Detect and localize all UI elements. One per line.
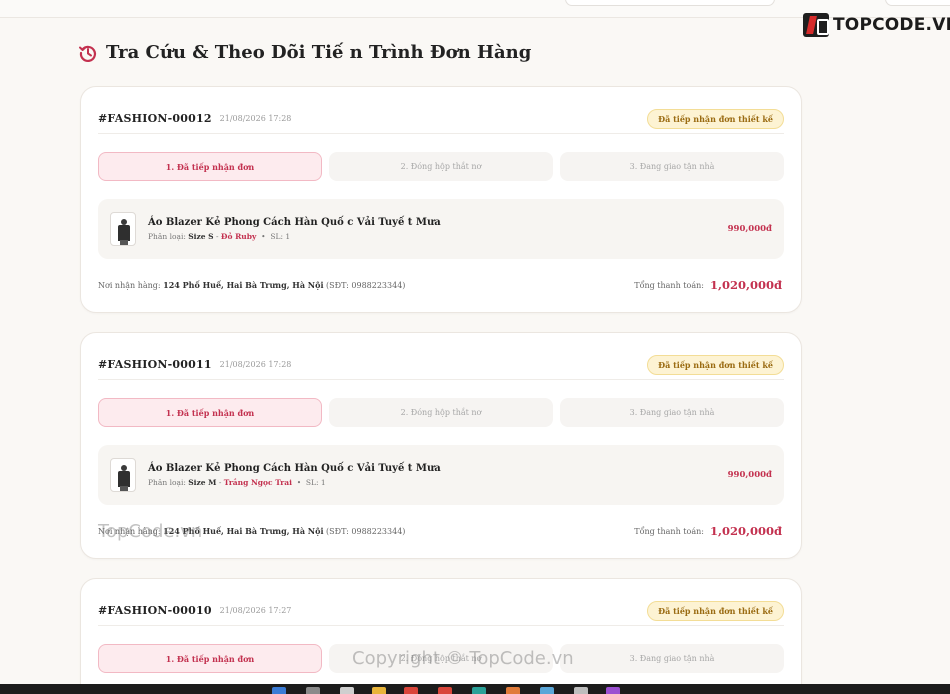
page-heading: Tra Cứu & Theo Dõi Tiế n Trình Đơn Hàng [106,42,532,63]
progress-steps: 1. Đã tiếp nhận đơn 2. Đóng hộp thắt nơ … [98,644,784,673]
step-received: 1. Đã tiếp nhận đơn [98,398,322,427]
order-date: 21/08/2026 17:27 [219,606,292,615]
order-footer: Nơi nhận hàng: 124 Phố Huế, Hai Bà Trưng… [98,275,782,295]
product-price: 990,000đ [727,470,772,480]
step-delivering: 3. Đang giao tận nhà [560,644,784,673]
search-icon[interactable] [306,687,320,694]
order-date: 21/08/2026 17:28 [219,114,292,123]
step-packing: 2. Đóng hộp thắt nơ [329,152,553,181]
step-delivering: 3. Đang giao tận nhà [560,152,784,181]
app-icon[interactable] [574,687,588,694]
page-title: Tra Cứu & Theo Dõi Tiế n Trình Đơn Hàng [78,42,531,63]
order-card: #FASHION-00011 21/08/2026 17:28 Đã tiếp … [80,332,802,559]
brand-logo[interactable]: TOPCODE.VN [803,12,950,38]
status-badge: Đã tiếp nhận đơn thiết kế [647,354,784,375]
browser-icon[interactable] [438,687,452,694]
app-icon[interactable] [472,687,486,694]
product-thumbnail[interactable] [110,458,136,492]
product-thumbnail[interactable] [110,212,136,246]
app-icon[interactable] [506,687,520,694]
step-received: 1. Đã tiếp nhận đơn [98,644,322,673]
account-field[interactable] [885,0,950,6]
order-id: #FASHION-00012 [98,112,212,125]
progress-steps: 1. Đã tiếp nhận đơn 2. Đóng hộp thắt nơ … [98,152,784,181]
order-id: #FASHION-00010 [98,604,212,617]
total-label: Tổng thanh toán: [634,526,704,536]
progress-steps: 1. Đã tiếp nhận đơn 2. Đóng hộp thắt nơ … [98,398,784,427]
order-footer: Nơi nhận hàng: 124 Phố Huế, Hai Bà Trưng… [98,521,782,541]
product-name[interactable]: Áo Blazer Kẻ Phong Cách Hàn Quố c Vải Tu… [148,217,441,228]
product-variant: Phân loại: Size S - Đỏ Ruby • SL: 1 [148,232,291,241]
total-label: Tổng thanh toán: [634,280,704,290]
status-badge: Đã tiếp nhận đơn thiết kế [647,108,784,129]
product-name[interactable]: Áo Blazer Kẻ Phong Cách Hàn Quố c Vải Tu… [148,463,441,474]
product-price: 990,000đ [727,224,772,234]
order-id: #FASHION-00011 [98,358,212,371]
order-card: #FASHION-00012 21/08/2026 17:28 Đã tiếp … [80,86,802,313]
order-card: #FASHION-00010 21/08/2026 17:27 Đã tiếp … [80,578,802,694]
total-value: 1,020,000đ [709,278,782,292]
step-packing: 2. Đóng hộp thắt nơ [329,398,553,427]
search-field[interactable] [565,0,775,6]
history-icon [79,45,97,62]
order-header: #FASHION-00010 21/08/2026 17:27 Đã tiếp … [98,596,784,626]
step-packing: 2. Đóng hộp thắt nơ [329,644,553,673]
taskbar [0,684,950,694]
windows-start-icon[interactable] [272,687,286,694]
order-header: #FASHION-00011 21/08/2026 17:28 Đã tiếp … [98,350,784,380]
step-received: 1. Đã tiếp nhận đơn [98,152,322,181]
order-item: Áo Blazer Kẻ Phong Cách Hàn Quố c Vải Tu… [98,199,784,259]
brand-name: TOPCODE.VN [833,15,950,35]
folder-icon[interactable] [372,687,386,694]
topcode-logo-icon [803,13,829,37]
status-badge: Đã tiếp nhận đơn thiết kế [647,600,784,621]
app-icon[interactable] [404,687,418,694]
shipping-address: Nơi nhận hàng: 124 Phố Huế, Hai Bà Trưng… [98,526,406,536]
product-variant: Phân loại: Size M - Trắng Ngọc Trai • SL… [148,478,326,487]
step-delivering: 3. Đang giao tận nhà [560,398,784,427]
shipping-address: Nơi nhận hàng: 124 Phố Huế, Hai Bà Trưng… [98,280,406,290]
order-date: 21/08/2026 17:28 [219,360,292,369]
app-icon[interactable] [540,687,554,694]
order-header: #FASHION-00012 21/08/2026 17:28 Đã tiếp … [98,104,784,134]
app-icon[interactable] [606,687,620,694]
total-value: 1,020,000đ [709,524,782,538]
order-item: Áo Blazer Kẻ Phong Cách Hàn Quố c Vải Tu… [98,445,784,505]
task-view-icon[interactable] [340,687,354,694]
